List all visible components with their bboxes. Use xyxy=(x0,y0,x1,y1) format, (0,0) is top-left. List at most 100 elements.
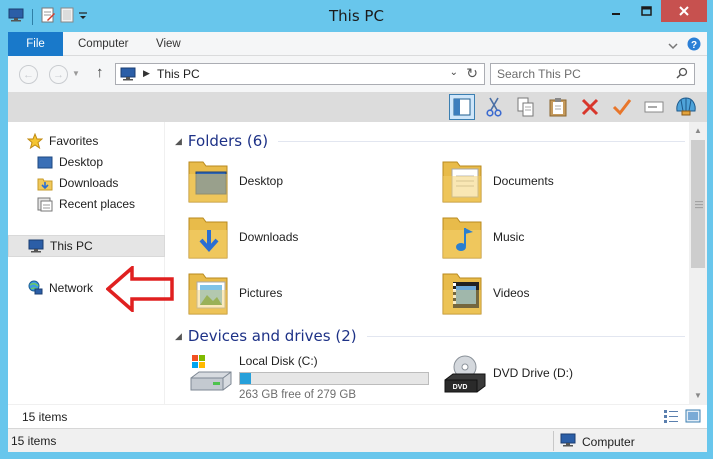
cut-button[interactable] xyxy=(481,94,507,120)
paste-button[interactable] xyxy=(545,94,571,120)
folder-music-label: Music xyxy=(493,230,525,244)
folders-group-title: Folders (6) xyxy=(187,132,269,150)
desktop-folder-icon xyxy=(188,161,228,203)
breadcrumb-this-pc[interactable]: This PC xyxy=(157,67,200,81)
address-bar[interactable]: ▶ This PC ⌄ ↻ xyxy=(115,63,485,85)
tab-file[interactable]: File xyxy=(8,32,63,56)
refresh-icon[interactable]: ↻ xyxy=(466,65,478,82)
nav-desktop[interactable]: Desktop xyxy=(36,152,165,172)
search-icon[interactable] xyxy=(676,67,688,82)
recent-locations-icon[interactable]: ▼ xyxy=(72,69,80,78)
preview-pane-button[interactable] xyxy=(449,94,475,120)
content-area: Favorites Desktop Downloads Recent place… xyxy=(8,122,707,404)
delete-x-icon xyxy=(581,98,599,116)
file-view: ◢ Folders (6) Desktop Documents Download… xyxy=(165,122,689,404)
folders-group-header[interactable]: ◢ Folders (6) xyxy=(175,132,685,150)
layout-pane-icon xyxy=(453,98,471,116)
details-view-icon[interactable] xyxy=(663,409,679,426)
folder-videos[interactable]: Videos xyxy=(441,268,529,318)
drive-usage-bar xyxy=(239,372,429,385)
scroll-thumb[interactable]: — — — xyxy=(691,140,705,268)
status-divider xyxy=(553,431,554,451)
nav-recent-places[interactable]: Recent places xyxy=(36,194,165,214)
minimize-icon xyxy=(612,13,620,15)
view-status-bar: 15 items xyxy=(8,404,707,428)
nav-this-pc[interactable]: This PC xyxy=(8,235,165,257)
folder-downloads-label: Downloads xyxy=(239,230,299,244)
expand-ribbon-icon[interactable] xyxy=(668,39,678,53)
network-shell-button[interactable] xyxy=(673,94,699,120)
address-dropdown-icon[interactable]: ⌄ xyxy=(450,67,458,78)
up-arrow-icon: ↑ xyxy=(96,64,104,81)
hard-drive-icon xyxy=(190,355,232,391)
folder-desktop[interactable]: Desktop xyxy=(187,156,283,206)
nav-favorites-label: Favorites xyxy=(49,134,99,148)
ribbon-tabs: File Computer View ? xyxy=(8,32,707,56)
drive-local-c[interactable]: Local Disk (C:) 263 GB free of 279 GB xyxy=(189,354,439,402)
navigation-pane: Favorites Desktop Downloads Recent place… xyxy=(8,122,165,404)
delete-button[interactable] xyxy=(577,94,603,120)
status-item-count: 15 items xyxy=(11,434,57,448)
music-folder-icon xyxy=(442,217,482,259)
back-button[interactable]: ← xyxy=(19,65,38,84)
folder-pictures-label: Pictures xyxy=(239,286,283,300)
nav-favorites[interactable]: Favorites xyxy=(26,131,165,151)
forward-arrow-icon: → xyxy=(53,68,64,81)
documents-folder-icon xyxy=(442,161,482,203)
folder-pictures[interactable]: Pictures xyxy=(187,268,282,318)
group-divider xyxy=(278,140,685,142)
folder-music[interactable]: Music xyxy=(441,212,524,262)
drive-free-space: 263 GB free of 279 GB xyxy=(239,389,356,401)
drives-group-header[interactable]: ◢ Devices and drives (2) xyxy=(175,327,685,345)
window-status-bar: 15 items Computer xyxy=(8,428,707,452)
explorer-window: This PC File Computer View ? ← → ▼ ↑ ▶ T… xyxy=(0,0,713,459)
minimize-button[interactable] xyxy=(601,0,631,22)
back-arrow-icon: ← xyxy=(23,68,34,81)
drive-local-c-label: Local Disk (C:) xyxy=(239,354,318,368)
forward-button[interactable]: → xyxy=(49,65,68,84)
scroll-up-icon[interactable]: ▲ xyxy=(689,122,707,139)
maximize-button[interactable] xyxy=(631,0,661,22)
up-button[interactable]: ↑ xyxy=(96,64,104,81)
drive-usage-fill xyxy=(240,373,251,384)
nav-this-pc-label: This PC xyxy=(50,239,93,253)
help-icon[interactable]: ? xyxy=(687,37,701,54)
vertical-scrollbar[interactable]: ▲ — — — ▼ xyxy=(689,122,707,404)
group-divider xyxy=(366,335,685,337)
search-box[interactable] xyxy=(490,63,695,85)
tab-view[interactable]: View xyxy=(142,32,195,56)
videos-folder-icon xyxy=(442,273,482,315)
address-row: ← → ▼ ↑ ▶ This PC ⌄ ↻ xyxy=(8,56,707,92)
downloads-folder-icon xyxy=(188,217,228,259)
rename-button[interactable] xyxy=(641,94,667,120)
nav-downloads[interactable]: Downloads xyxy=(36,173,165,193)
drive-dvd-d[interactable]: DVD DVD Drive (D:) xyxy=(443,354,643,402)
scroll-down-icon[interactable]: ▼ xyxy=(689,387,707,404)
large-icons-view-icon[interactable] xyxy=(685,409,701,426)
collapse-chevron-icon[interactable]: ◢ xyxy=(175,331,182,342)
command-toolbar xyxy=(8,92,707,122)
checkmark-icon xyxy=(612,99,632,116)
drive-dvd-d-label: DVD Drive (D:) xyxy=(493,366,573,380)
svg-text:?: ? xyxy=(691,40,697,51)
folder-downloads[interactable]: Downloads xyxy=(187,212,298,262)
close-button[interactable] xyxy=(661,0,707,22)
copy-button[interactable] xyxy=(513,94,539,120)
network-icon xyxy=(26,280,44,296)
tab-computer[interactable]: Computer xyxy=(64,32,143,56)
status-zone: Computer xyxy=(560,433,635,450)
search-input[interactable] xyxy=(497,66,667,82)
drives-group-title: Devices and drives (2) xyxy=(187,327,357,345)
desktop-icon xyxy=(36,156,54,169)
folder-videos-label: Videos xyxy=(493,286,530,300)
folder-documents[interactable]: Documents xyxy=(441,156,554,206)
breadcrumb-chevron-icon[interactable]: ▶ xyxy=(143,68,150,79)
apply-button[interactable] xyxy=(609,94,635,120)
star-icon xyxy=(26,133,44,149)
nav-recent-places-label: Recent places xyxy=(59,197,136,211)
collapse-chevron-icon[interactable]: ◢ xyxy=(175,136,182,147)
svg-text:DVD: DVD xyxy=(453,384,468,391)
scroll-grip-icon: — — — xyxy=(695,197,703,212)
window-controls xyxy=(601,0,707,22)
ribbon-controls: ? xyxy=(668,37,701,54)
